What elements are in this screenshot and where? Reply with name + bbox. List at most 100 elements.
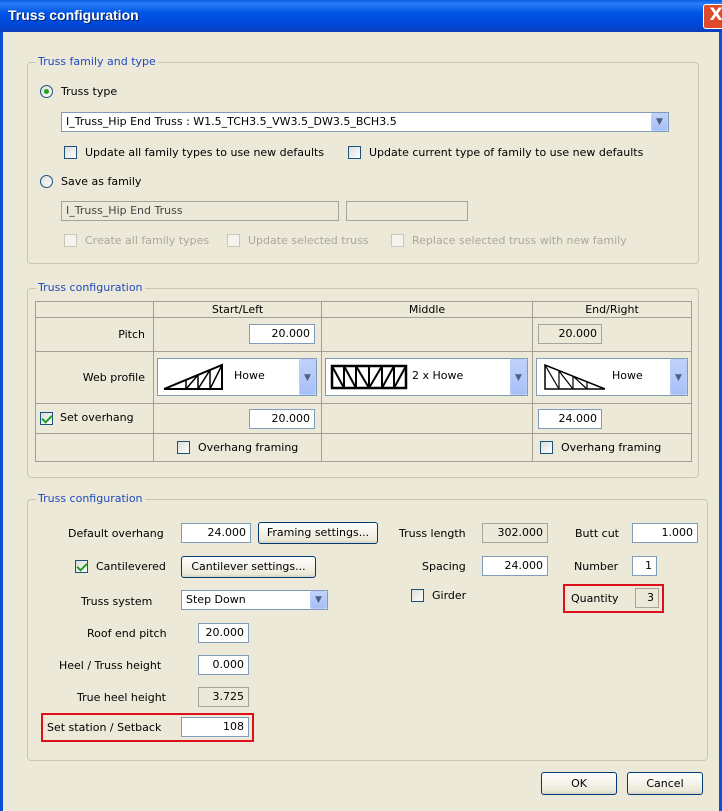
framing-settings-button[interactable]: Framing settings... — [258, 522, 378, 544]
setback-field[interactable]: 108 — [181, 717, 249, 737]
window-title: Truss configuration — [8, 7, 139, 23]
chevron-down-icon[interactable]: ▼ — [310, 591, 327, 609]
family-group-legend: Truss family and type — [36, 55, 158, 68]
howe-truss-icon — [544, 363, 606, 390]
number-label: Number — [574, 560, 619, 573]
table-header-start: Start/Left — [153, 301, 322, 318]
roof-end-pitch-label: Roof end pitch — [87, 627, 167, 640]
framing-middle-cell — [321, 433, 533, 462]
config-table: Start/Left Middle End/Right Pitch 20.000… — [35, 301, 692, 462]
web-start-cell: Howe ▼ — [153, 351, 322, 404]
web-start-value: Howe — [234, 369, 265, 382]
table-header-end: End/Right — [532, 301, 692, 318]
chevron-down-icon[interactable]: ▼ — [670, 359, 687, 395]
butt-cut-field[interactable]: 1.000 — [632, 523, 698, 543]
truss-type-dropdown[interactable]: I_Truss_Hip End Truss : W1.5_TCH3.5_VW3.… — [61, 112, 669, 132]
web-middle-dropdown[interactable]: 2 x Howe ▼ — [325, 358, 528, 396]
settings-legend: Truss configuration — [36, 492, 145, 505]
overhang-end-cell: 24.000 — [532, 403, 692, 434]
truss-type-radio[interactable] — [40, 85, 53, 98]
number-field[interactable]: 1 — [632, 556, 657, 576]
update-current-label: Update current type of family to use new… — [369, 146, 644, 159]
title-bar: Truss configuration X — [0, 0, 722, 32]
family-name-field[interactable]: I_Truss_Hip End Truss — [61, 201, 339, 221]
chevron-down-icon[interactable]: ▼ — [510, 359, 527, 395]
overhang-start-cell: 20.000 — [153, 403, 322, 434]
ok-button[interactable]: OK — [541, 772, 617, 795]
double-howe-truss-icon — [330, 364, 408, 390]
true-heel-label: True heel height — [77, 691, 166, 704]
butt-cut-label: Butt cut — [575, 527, 619, 540]
web-middle-value: 2 x Howe — [412, 369, 464, 382]
replace-selected-checkbox[interactable] — [391, 234, 404, 247]
truss-system-value: Step Down — [186, 593, 246, 606]
web-middle-cell: 2 x Howe ▼ — [321, 351, 533, 404]
set-overhang-checkbox[interactable] — [40, 412, 53, 425]
set-overhang-label: Set overhang — [60, 411, 134, 424]
pitch-label: Pitch — [35, 317, 154, 352]
truss-type-value: I_Truss_Hip End Truss : W1.5_TCH3.5_VW3.… — [66, 115, 397, 128]
window-frame-left — [0, 32, 3, 811]
overhang-end-field[interactable]: 24.000 — [538, 409, 602, 429]
cantilever-settings-button[interactable]: Cantilever settings... — [181, 556, 316, 578]
close-icon[interactable]: X — [703, 4, 722, 29]
update-current-checkbox[interactable] — [348, 146, 361, 159]
default-overhang-label: Default overhang — [68, 527, 164, 540]
howe-truss-icon — [163, 363, 223, 390]
default-overhang-field[interactable]: 24.000 — [181, 523, 251, 543]
save-as-family-label: Save as family — [61, 175, 142, 188]
save-as-family-radio[interactable] — [40, 175, 53, 188]
family-type-field[interactable] — [346, 201, 468, 221]
chevron-down-icon[interactable]: ▼ — [651, 113, 668, 131]
girder-label: Girder — [432, 589, 467, 602]
truss-system-dropdown[interactable]: Step Down ▼ — [181, 590, 328, 610]
web-end-value: Howe — [612, 369, 643, 382]
roof-end-pitch-field[interactable]: 20.000 — [198, 623, 249, 643]
heel-height-label: Heel / Truss height — [59, 659, 162, 672]
web-start-dropdown[interactable]: Howe ▼ — [157, 358, 317, 396]
update-selected-label: Update selected truss — [248, 234, 369, 247]
truss-system-label: Truss system — [81, 595, 153, 608]
framing-empty-cell — [35, 433, 154, 462]
config-table-legend: Truss configuration — [36, 281, 145, 294]
setback-label: Set station / Setback — [47, 721, 162, 734]
table-header-middle: Middle — [321, 301, 533, 318]
update-all-label: Update all family types to use new defau… — [85, 146, 325, 159]
chevron-down-icon[interactable]: ▼ — [299, 359, 316, 395]
cantilevered-label: Cantilevered — [96, 560, 166, 573]
quantity-field[interactable]: 3 — [635, 588, 659, 608]
overhang-start-field[interactable]: 20.000 — [249, 409, 315, 429]
web-end-dropdown[interactable]: Howe ▼ — [536, 358, 688, 396]
pitch-end-cell: 20.000 — [532, 317, 692, 352]
web-profile-label: Web profile — [35, 351, 154, 404]
overhang-framing-start-label: Overhang framing — [198, 441, 299, 454]
pitch-middle-cell — [321, 317, 533, 352]
cantilevered-checkbox[interactable] — [75, 560, 88, 573]
spacing-label: Spacing — [422, 560, 466, 573]
truss-type-label: Truss type — [61, 85, 118, 98]
create-all-label: Create all family types — [85, 234, 210, 247]
heel-height-field[interactable]: 0.000 — [198, 655, 249, 675]
replace-selected-label: Replace selected truss with new family — [412, 234, 627, 247]
update-selected-checkbox[interactable] — [227, 234, 240, 247]
set-overhang-cell: Set overhang — [35, 403, 154, 434]
cancel-button[interactable]: Cancel — [627, 772, 703, 795]
spacing-field[interactable]: 24.000 — [482, 556, 548, 576]
framing-start-cell: Overhang framing — [153, 433, 322, 462]
true-heel-field[interactable]: 3.725 — [198, 687, 249, 707]
overhang-framing-end-checkbox[interactable] — [540, 441, 553, 454]
create-all-checkbox[interactable] — [64, 234, 77, 247]
pitch-start-cell: 20.000 — [153, 317, 322, 352]
truss-length-field[interactable]: 302.000 — [482, 523, 548, 543]
pitch-end-field[interactable]: 20.000 — [538, 324, 602, 344]
update-all-checkbox[interactable] — [64, 146, 77, 159]
truss-length-label: Truss length — [399, 527, 466, 540]
overhang-middle-cell — [321, 403, 533, 434]
web-end-cell: Howe ▼ — [532, 351, 692, 404]
overhang-framing-end-label: Overhang framing — [561, 441, 662, 454]
girder-checkbox[interactable] — [411, 589, 424, 602]
quantity-label: Quantity — [571, 592, 619, 605]
framing-end-cell: Overhang framing — [532, 433, 692, 462]
overhang-framing-start-checkbox[interactable] — [177, 441, 190, 454]
pitch-start-field[interactable]: 20.000 — [249, 324, 315, 344]
